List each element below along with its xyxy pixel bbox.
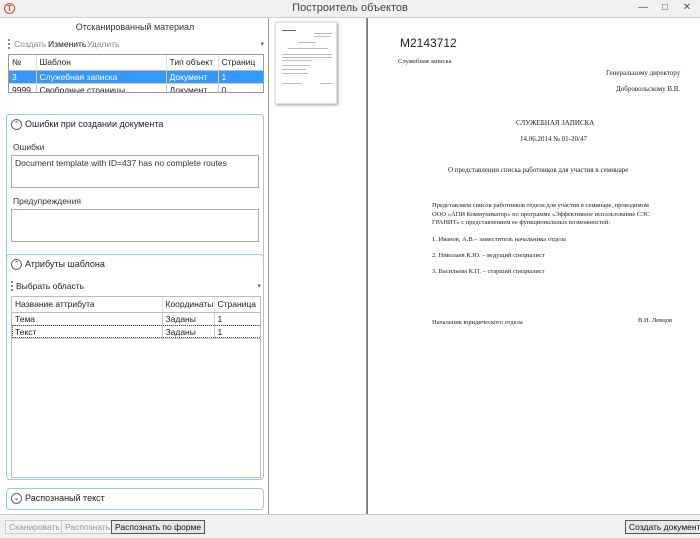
- cell-coords: Заданы: [162, 325, 215, 339]
- signature-title: Начальник юридического отдела: [432, 319, 523, 326]
- window-title: Построитель объектов: [292, 2, 408, 14]
- col-type[interactable]: Тип объект: [166, 55, 219, 71]
- delete-button[interactable]: Удалить: [87, 39, 119, 49]
- table-row[interactable]: Тема Заданы 1: [12, 312, 260, 326]
- errors-group-title: Ошибки при создании документа: [25, 119, 164, 129]
- chevron-down-icon[interactable]: ⌄: [11, 493, 22, 505]
- title-bar: Т Построитель объектов — □ ✕: [0, 0, 700, 18]
- recognize-by-form-button[interactable]: Распознать по форме: [111, 520, 206, 534]
- create-document-button[interactable]: Создать документ: [625, 520, 700, 534]
- attributes-group-header[interactable]: ⌃ Атрибуты шаблона: [11, 259, 105, 273]
- warnings-field[interactable]: [11, 209, 259, 242]
- cell-page: 1: [214, 312, 260, 326]
- memo-body-line1: Представляем список работников отдела дл…: [432, 202, 649, 209]
- col-coords[interactable]: Координаты: [162, 297, 215, 313]
- minimize-icon[interactable]: —: [636, 2, 650, 14]
- toolbar-grip-icon[interactable]: [11, 281, 13, 291]
- col-page[interactable]: Страница: [214, 297, 260, 313]
- errors-label: Ошибки: [13, 142, 45, 152]
- toolbar-overflow-icon[interactable]: ▾: [257, 282, 261, 290]
- cell-coords: Заданы: [162, 312, 215, 326]
- cell-template: Служебная записка: [36, 70, 167, 84]
- table-row[interactable]: 9999 Свободные страницы Документ 0: [9, 83, 263, 92]
- create-button[interactable]: Создать: [14, 39, 46, 49]
- chevron-up-icon[interactable]: ⌃: [11, 119, 22, 131]
- document-code: M2143712: [400, 36, 457, 50]
- templates-grid: № Шаблон Тип объект Страниц 3 Служебная …: [8, 54, 264, 93]
- recognized-group-title: Распознаный текст: [25, 493, 105, 503]
- recognized-text-group: ⌄ Распознаный текст: [6, 488, 264, 510]
- table-row[interactable]: 3 Служебная записка Документ 1: [9, 70, 263, 84]
- cell-num: 3: [9, 70, 37, 84]
- memo-body-line2: ООО «АПИ Коммуникатор» по программе «Эфф…: [432, 211, 650, 218]
- errors-group: ⌃ Ошибки при создании документа Ошибки Do…: [6, 114, 264, 262]
- attributes-header-row: Название аттрибута Координаты Страница: [12, 297, 260, 313]
- attributes-grid: Название аттрибута Координаты Страница Т…: [11, 296, 261, 478]
- signature-name: В.Н. Левцов: [638, 317, 673, 324]
- cell-pages: 0: [218, 83, 263, 92]
- errors-group-header[interactable]: ⌃ Ошибки при создании документа: [11, 119, 163, 133]
- select-area-button[interactable]: Выбрать область: [16, 281, 84, 291]
- memo-list-item: 3. Васильева К.П. – старший специалист: [432, 268, 545, 275]
- memo-list-item: 1. Иванов, А.В.– заместитель начальника …: [432, 236, 566, 243]
- recognize-button[interactable]: Распознать: [61, 520, 115, 534]
- page-thumbnails-panel: [268, 18, 367, 514]
- cell-num: 9999: [9, 83, 37, 92]
- toolbar-overflow-icon[interactable]: ▾: [260, 40, 264, 48]
- chevron-up-icon[interactable]: ⌃: [11, 259, 22, 271]
- cell-template: Свободные страницы: [36, 83, 167, 92]
- memo-heading: СЛУЖЕБНАЯ ЗАПИСКА: [516, 119, 595, 127]
- close-icon[interactable]: ✕: [680, 2, 694, 14]
- memo-date-number: 14.06.2014 № 01-20/47: [520, 135, 587, 143]
- attributes-group-title: Атрибуты шаблона: [25, 259, 105, 269]
- cell-attr-name: Текст: [12, 325, 163, 339]
- bottom-bar: Сканировать Распознать Распознать по фор…: [0, 514, 700, 538]
- attributes-group: ⌃ Атрибуты шаблона Выбрать область ▾ Назв…: [6, 254, 264, 480]
- cell-pages: 1: [218, 70, 263, 84]
- scan-button[interactable]: Сканировать: [5, 520, 64, 534]
- addressee-line1: Генеральному директору: [606, 69, 681, 77]
- warnings-label: Предупреждения: [13, 196, 81, 206]
- toolbar-grip-icon[interactable]: [8, 39, 10, 49]
- col-template[interactable]: Шаблон: [36, 55, 167, 71]
- attributes-toolbar: Выбрать область ▾: [11, 279, 261, 293]
- memo-body-line3: ГРАНИТ» с представлением ее функциональн…: [432, 219, 611, 226]
- document-type: Служебная записка: [398, 58, 452, 65]
- scanned-material-title: Отсканированный материал: [75, 22, 195, 32]
- memo-subject: О представлении списка работников для уч…: [448, 166, 629, 174]
- document-preview[interactable]: M2143712 Служебная записка Генеральному …: [367, 18, 700, 514]
- maximize-icon[interactable]: □: [658, 2, 672, 14]
- page-thumbnail[interactable]: [275, 22, 337, 104]
- col-pages[interactable]: Страниц: [218, 55, 263, 71]
- memo-list-item: 2. Николаев К.Ю. – ведущий специалист: [432, 252, 545, 259]
- col-attr-name[interactable]: Название аттрибута: [12, 297, 163, 313]
- table-row[interactable]: Текст Заданы 1: [12, 325, 260, 339]
- col-num[interactable]: №: [9, 55, 37, 71]
- change-button[interactable]: Изменить: [48, 39, 86, 49]
- cell-attr-name: Тема: [12, 312, 163, 326]
- cell-type: Документ: [166, 70, 219, 84]
- errors-field[interactable]: Document template with ID=437 has no com…: [11, 155, 259, 188]
- templates-header-row: № Шаблон Тип объект Страниц: [9, 55, 263, 71]
- cell-type: Документ: [166, 83, 219, 92]
- scanned-toolbar: Создать Изменить Удалить ▾: [8, 37, 264, 51]
- cell-page: 1: [214, 325, 260, 339]
- recognized-group-header[interactable]: ⌄ Распознаный текст: [11, 493, 105, 507]
- left-panel: Отсканированный материал Создать Изменит…: [4, 18, 266, 514]
- addressee-line2: Добровольскому В.В.: [616, 85, 681, 93]
